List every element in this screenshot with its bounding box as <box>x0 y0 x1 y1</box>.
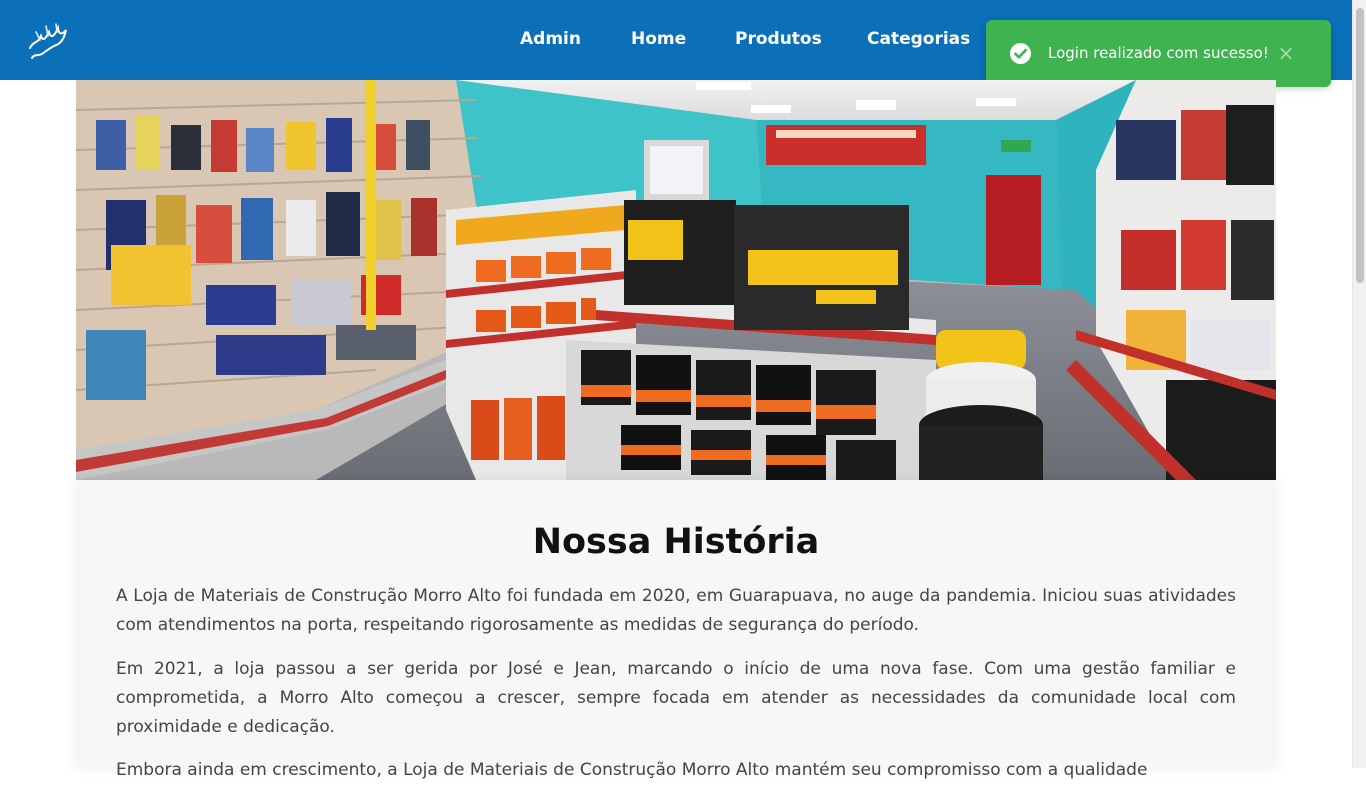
history-paragraph-1: A Loja de Materiais de Construção Morro … <box>116 586 1236 635</box>
success-toast: Login realizado com sucesso! × <box>986 20 1331 87</box>
history-paragraph-2: Em 2021, a loja passou a ser gerida por … <box>116 659 1236 737</box>
nav-link-home[interactable]: Home <box>631 27 686 51</box>
history-paragraph-3: Embora ainda em crescimento, a Loja de M… <box>116 760 1148 780</box>
nav-link-produtos[interactable]: Produtos <box>735 27 822 51</box>
hardware-store-interior-photo <box>76 80 1276 480</box>
page-title: Nossa História <box>532 522 820 562</box>
nav-link-categorias[interactable]: Categorias <box>867 27 970 51</box>
about-section: Nossa História A Loja de Materiais de Co… <box>76 480 1276 780</box>
page-scrollbar[interactable] <box>1352 0 1366 768</box>
hero-image <box>76 80 1276 480</box>
toast-message: Login realizado com sucesso! <box>1048 44 1269 62</box>
close-icon[interactable]: × <box>1277 40 1295 66</box>
check-circle-icon <box>1010 43 1031 64</box>
scrollbar-thumb[interactable] <box>1356 8 1364 283</box>
nav-link-admin[interactable]: Admin <box>520 27 581 51</box>
